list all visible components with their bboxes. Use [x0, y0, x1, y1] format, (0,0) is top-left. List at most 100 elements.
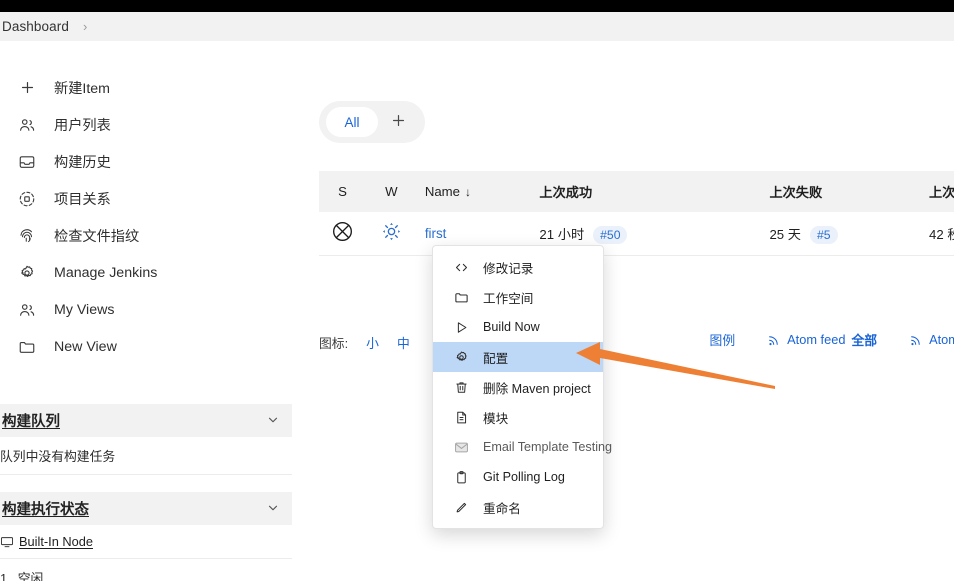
context-menu-item-workspace[interactable]: 工作空间 — [433, 282, 603, 312]
sidebar-item-fingerprint[interactable]: 检查文件指纹 — [0, 217, 292, 254]
context-menu-item-label: 配置 — [483, 351, 509, 366]
context-menu-item-rename[interactable]: 重命名 — [433, 492, 603, 522]
view-tab-bar: All — [319, 101, 425, 143]
column-header-last-failure[interactable]: 上次失败 — [761, 182, 921, 201]
context-menu-item-label: Email Template Testing — [483, 440, 613, 454]
folder-icon — [451, 290, 471, 305]
breadcrumb-dashboard[interactable]: Dashboard — [0, 19, 69, 34]
last-failure-build-badge[interactable]: #5 — [809, 225, 838, 244]
table-row[interactable]: first 21 小时 #50 25 天 #5 42 秒 — [319, 212, 954, 256]
build-queue-empty-text: 队列中没有构建任务 — [0, 437, 292, 475]
executor-state: 空闲 — [17, 571, 44, 581]
people-icon — [14, 299, 40, 321]
sidebar-item-new-view[interactable]: New View — [0, 328, 292, 365]
atom-feed-failed-link[interactable]: Atom feed失败 — [909, 330, 954, 349]
document-icon — [451, 410, 471, 425]
last-duration-value: 42 秒 — [929, 226, 954, 242]
sort-descending-icon: ↓ — [465, 184, 471, 199]
sidebar-item-label: Manage Jenkins — [54, 264, 158, 281]
context-menu-item-email-template-testing[interactable]: Email Template Testing — [433, 432, 612, 462]
executor-node-row[interactable]: Built-In Node — [0, 525, 292, 559]
jenkins-dashboard-screen: Dashboard › 新建Item 用户列表 构建历史 项目关系 检查文件指纹… — [0, 0, 954, 581]
trash-icon — [451, 380, 471, 395]
breadcrumb: Dashboard › — [0, 12, 954, 41]
gear-icon — [14, 262, 40, 284]
context-menu-item-build-now[interactable]: Build Now — [433, 312, 603, 342]
executor-status-widget: 构建执行状态 Built-In Node 1 空闲 — [0, 492, 292, 581]
pencil-icon — [451, 500, 471, 515]
legend-link[interactable]: 图例 — [710, 330, 736, 349]
sidebar-item-my-views[interactable]: My Views — [0, 291, 292, 328]
context-menu-item-modules[interactable]: 模块 — [433, 402, 603, 432]
column-header-status[interactable]: S — [319, 184, 366, 199]
context-menu-item-label: 工作空间 — [483, 291, 534, 306]
job-name-cell[interactable]: first — [417, 225, 532, 243]
sidebar-item-new-item[interactable]: 新建Item — [0, 69, 292, 106]
atom-feed-failed-prefix: Atom feed — [929, 332, 954, 347]
build-queue-title: 构建队列 — [2, 414, 60, 430]
atom-feed-all-link[interactable]: Atom feed 全部 — [767, 330, 877, 349]
context-menu-item-delete-project[interactable]: 删除 Maven project — [433, 372, 603, 402]
relations-icon — [14, 188, 40, 210]
sidebar-item-label: My Views — [54, 301, 115, 318]
sidebar-item-label: New View — [54, 338, 117, 355]
rss-icon — [909, 333, 923, 347]
code-icon — [451, 260, 471, 275]
people-icon — [14, 114, 40, 136]
atom-feed-all-prefix: Atom feed — [787, 332, 846, 347]
sidebar-item-label: 检查文件指纹 — [54, 228, 140, 245]
top-black-bar — [0, 0, 954, 12]
sidebar-nav: 新建Item 用户列表 构建历史 项目关系 检查文件指纹 Manage Jenk… — [0, 41, 292, 365]
context-menu-item-changes[interactable]: 修改记录 — [433, 252, 603, 282]
job-status-cell[interactable] — [319, 220, 366, 248]
computer-icon — [0, 535, 14, 549]
chevron-right-icon: › — [82, 19, 88, 34]
aborted-icon[interactable] — [331, 220, 354, 243]
executor-status-header[interactable]: 构建执行状态 — [0, 492, 292, 525]
build-queue-header[interactable]: 构建队列 — [0, 404, 292, 437]
main-content: All S W Name ↓ 上次成功 上次失败 上次持 — [292, 41, 954, 581]
chevron-down-icon[interactable] — [266, 413, 280, 429]
context-menu-item-label: Build Now — [483, 320, 540, 334]
job-context-menu: 修改记录 工作空间 Build Now 配置 删除 Maven project — [432, 245, 612, 529]
context-menu-item-label: 重命名 — [483, 501, 521, 516]
sidebar-item-manage-jenkins[interactable]: Manage Jenkins — [0, 254, 292, 291]
jobs-table-header: S W Name ↓ 上次成功 上次失败 上次持 — [319, 171, 954, 212]
atom-feed-all-suffix: 全部 — [851, 333, 878, 348]
sidebar-item-project-relations[interactable]: 项目关系 — [0, 180, 292, 217]
last-success-time: 21 小时 — [539, 226, 585, 242]
table-footer: 图标: 小 中 图例 Atom feed全部 Atom feed失败 — [319, 330, 954, 354]
inbox-icon — [14, 151, 40, 173]
column-header-name[interactable]: Name ↓ — [417, 183, 532, 201]
chevron-down-icon[interactable] — [266, 501, 280, 517]
sidebar-item-label: 构建历史 — [54, 154, 111, 171]
sidebar-item-build-history[interactable]: 构建历史 — [0, 143, 292, 180]
column-header-weather[interactable]: W — [366, 184, 417, 199]
context-menu-item-configure[interactable]: 配置 — [433, 342, 603, 372]
column-header-last-success[interactable]: 上次成功 — [531, 182, 761, 201]
plus-icon — [14, 77, 40, 99]
context-menu-item-git-polling-log[interactable]: Git Polling Log — [433, 462, 603, 492]
column-header-last-duration[interactable]: 上次持 — [921, 182, 954, 201]
job-weather-cell[interactable] — [366, 221, 417, 247]
sidebar: 新建Item 用户列表 构建历史 项目关系 检查文件指纹 Manage Jenk… — [0, 41, 292, 581]
job-last-success-cell: 21 小时 #50 — [531, 224, 761, 244]
gear-icon — [451, 350, 471, 365]
sidebar-item-users[interactable]: 用户列表 — [0, 106, 292, 143]
weather-sunny-icon[interactable] — [381, 221, 402, 242]
job-name-link[interactable]: first — [425, 226, 447, 241]
context-menu-item-label: Git Polling Log — [483, 470, 565, 484]
view-tab-all[interactable]: All — [326, 107, 378, 137]
add-view-button[interactable] — [378, 107, 418, 137]
fingerprint-icon — [14, 225, 40, 247]
executor-row: 1 空闲 — [0, 559, 292, 581]
executor-node-label[interactable]: Built-In Node — [19, 534, 93, 549]
last-success-build-badge[interactable]: #50 — [593, 225, 628, 244]
sidebar-item-label: 新建Item — [54, 80, 110, 97]
sidebar-item-label: 项目关系 — [54, 191, 111, 208]
view-tab-label: All — [344, 114, 360, 130]
context-menu-item-label: 删除 Maven project — [483, 381, 591, 396]
job-last-duration-cell: 42 秒 — [921, 224, 954, 244]
context-menu-item-label: 模块 — [483, 411, 509, 426]
executor-index: 1 — [0, 571, 8, 581]
